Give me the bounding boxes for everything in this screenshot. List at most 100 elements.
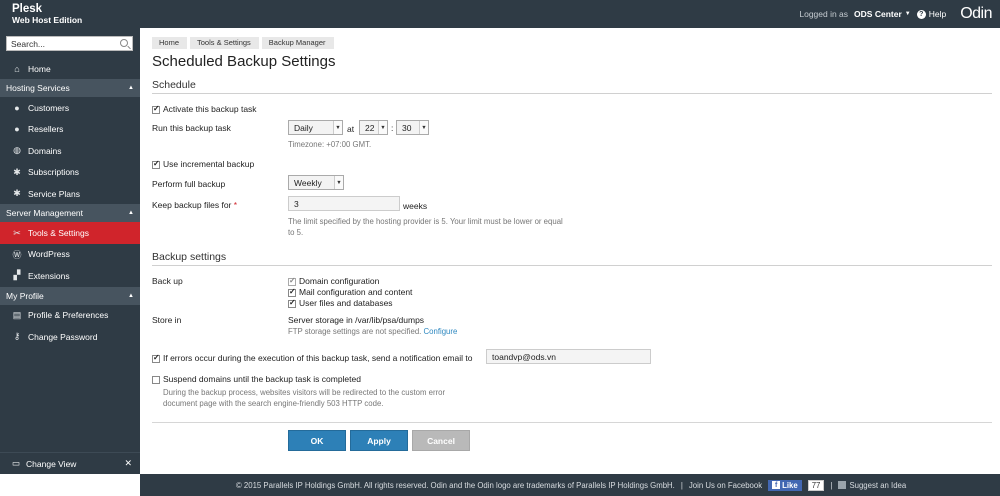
sidebar-item-label: WordPress	[28, 249, 70, 260]
mail-label: Mail configuration and content	[299, 287, 413, 297]
copyright-text: © 2015 Parallels IP Holdings GmbH. All r…	[236, 480, 675, 490]
suspend-checkbox[interactable]	[152, 375, 160, 384]
required-mark: *	[233, 200, 238, 210]
incremental-row[interactable]: Use incremental backup	[152, 159, 254, 169]
activate-task-row[interactable]: Activate this backup task	[152, 104, 257, 114]
frequency-value: Daily	[294, 122, 313, 133]
keep-files-label: Keep backup files for	[152, 200, 232, 210]
limit-hint-line2: to 5.	[288, 228, 304, 237]
timezone-note: Timezone: +07:00 GMT.	[288, 140, 372, 149]
chevron-up-icon: ▲	[128, 210, 134, 217]
breadcrumb-backup-manager[interactable]: Backup Manager	[261, 37, 334, 49]
user-files-checkbox[interactable]	[288, 298, 296, 308]
like-count: 77	[807, 479, 825, 491]
globe-icon: ◍	[13, 145, 21, 156]
sidebar-item-resellers[interactable]: ● Resellers	[0, 119, 140, 140]
backup-label: Back up	[152, 276, 183, 286]
ftp-note: FTP storage settings are not specified.	[288, 327, 422, 336]
change-view-button[interactable]: ▭ Change View ✕	[0, 452, 140, 474]
chevron-down-icon: ▼	[904, 11, 911, 17]
sidebar-item-extensions[interactable]: ▞ Extensions	[0, 265, 140, 286]
mail-checkbox[interactable]	[288, 287, 296, 297]
keep-files-label-row: Keep backup files for *	[152, 200, 237, 210]
search-icon[interactable]	[120, 39, 128, 47]
activate-task-checkbox[interactable]	[152, 104, 160, 114]
user-menu[interactable]: ODS Center ▼	[854, 9, 911, 19]
cancel-button[interactable]: Cancel	[412, 430, 470, 451]
sidebar-item-label: Change Password	[28, 331, 98, 342]
nav-group-server-management[interactable]: Server Management ▲	[0, 204, 140, 223]
incremental-label: Use incremental backup	[163, 159, 255, 169]
odin-logo: Odin	[960, 5, 992, 22]
sidebar-item-service-plans[interactable]: ✱ Service Plans	[0, 183, 140, 204]
nav-group-title: My Profile	[6, 290, 44, 301]
top-bar: Plesk Web Host Edition Logged in as ODS …	[0, 0, 1000, 28]
nav-group-my-profile[interactable]: My Profile ▲	[0, 286, 140, 305]
notify-checkbox[interactable]	[152, 353, 160, 363]
chevron-up-icon: ▲	[128, 292, 134, 299]
chevron-down-icon: ▼	[334, 176, 343, 189]
ftp-note-row: FTP storage settings are not specified. …	[288, 326, 457, 337]
change-view-label: Change View	[26, 458, 77, 469]
change-view-icon: ▭	[12, 458, 21, 468]
chevron-down-icon: ▼	[378, 121, 387, 134]
help-icon: ?	[916, 9, 926, 19]
sidebar-item-subscriptions[interactable]: ✱ Subscriptions	[0, 162, 140, 183]
sidebar-item-change-password[interactable]: ⚷ Change Password	[0, 326, 140, 347]
frequency-select[interactable]: Daily ▼	[288, 120, 343, 135]
brand-edition: Web Host Edition	[12, 14, 83, 25]
full-backup-label: Perform full backup	[152, 179, 226, 189]
sidebar-item-profile-preferences[interactable]: ▤ Profile & Preferences	[0, 305, 140, 326]
suspend-hint-line2: document page with the search engine-fri…	[163, 399, 384, 408]
search-placeholder: Search...	[11, 38, 46, 49]
section-backup-settings-title: Backup settings	[152, 251, 992, 266]
notify-email-input[interactable]: toandvp@ods.vn	[486, 349, 651, 364]
sidebar-item-label: Profile & Preferences	[28, 310, 109, 321]
time-separator: :	[391, 123, 394, 133]
sidebar-item-label: Domains	[28, 145, 62, 156]
full-backup-select[interactable]: Weekly ▼	[288, 175, 344, 190]
chevron-up-icon: ▲	[128, 85, 134, 92]
close-icon[interactable]: ✕	[124, 458, 132, 469]
facebook-icon: f	[772, 481, 781, 489]
breadcrumb-home[interactable]: Home	[152, 37, 188, 49]
sidebar-item-label: Extensions	[28, 270, 70, 281]
activate-task-label: Activate this backup task	[163, 104, 257, 114]
configure-link[interactable]: Configure	[424, 327, 458, 336]
breadcrumb: Home Tools & Settings Backup Manager	[152, 37, 337, 49]
help-menu[interactable]: ? Help	[916, 9, 946, 19]
hour-select[interactable]: 22 ▼	[359, 120, 388, 135]
facebook-like-button[interactable]: f Like	[768, 479, 802, 491]
store-in-label: Store in	[152, 315, 182, 325]
nav-group-hosting-services[interactable]: Hosting Services ▲	[0, 79, 140, 98]
suspend-row[interactable]: Suspend domains until the backup task is…	[152, 374, 361, 384]
minute-select[interactable]: 30 ▼	[396, 120, 429, 135]
breadcrumb-tools-settings[interactable]: Tools & Settings	[190, 37, 259, 49]
apply-button[interactable]: Apply	[350, 430, 408, 451]
sidebar-item-home[interactable]: ⌂ Home	[0, 58, 140, 79]
suggest-idea-link[interactable]: Suggest an Idea	[838, 481, 906, 490]
search-input[interactable]: Search...	[6, 36, 133, 51]
minute-value: 30	[402, 122, 412, 133]
keep-files-input[interactable]: 3	[288, 196, 400, 211]
sidebar-item-tools-settings[interactable]: ✂ Tools & Settings	[0, 222, 140, 244]
sidebar-item-domains[interactable]: ◍ Domains	[0, 140, 140, 161]
sidebar-item-wordpress[interactable]: Ⓦ WordPress	[0, 244, 140, 265]
suggest-label: Suggest an Idea	[849, 480, 907, 490]
incremental-checkbox[interactable]	[152, 159, 160, 169]
key-icon: ⚷	[13, 331, 21, 342]
tools-icon: ✂	[13, 227, 21, 238]
limit-hint-line1: The limit specified by the hosting provi…	[288, 217, 563, 226]
sidebar-item-label: Service Plans	[28, 188, 80, 199]
sidebar-item-customers[interactable]: ● Customers	[0, 97, 140, 118]
brand[interactable]: Plesk Web Host Edition	[12, 3, 82, 25]
top-right: Logged in as ODS Center ▼ ? Help Odin	[799, 0, 992, 28]
ok-button[interactable]: OK	[288, 430, 346, 451]
backup-option-domain-config[interactable]: Domain configuration	[288, 276, 379, 286]
backup-option-user-files[interactable]: User files and databases	[288, 298, 393, 308]
store-in-value: Server storage in /var/lib/psa/dumps	[288, 315, 425, 325]
backup-option-mail[interactable]: Mail configuration and content	[288, 287, 412, 297]
subscriptions-icon: ✱	[13, 166, 21, 177]
notify-row[interactable]: If errors occur during the execution of …	[152, 353, 472, 363]
domain-config-checkbox[interactable]	[288, 276, 296, 286]
